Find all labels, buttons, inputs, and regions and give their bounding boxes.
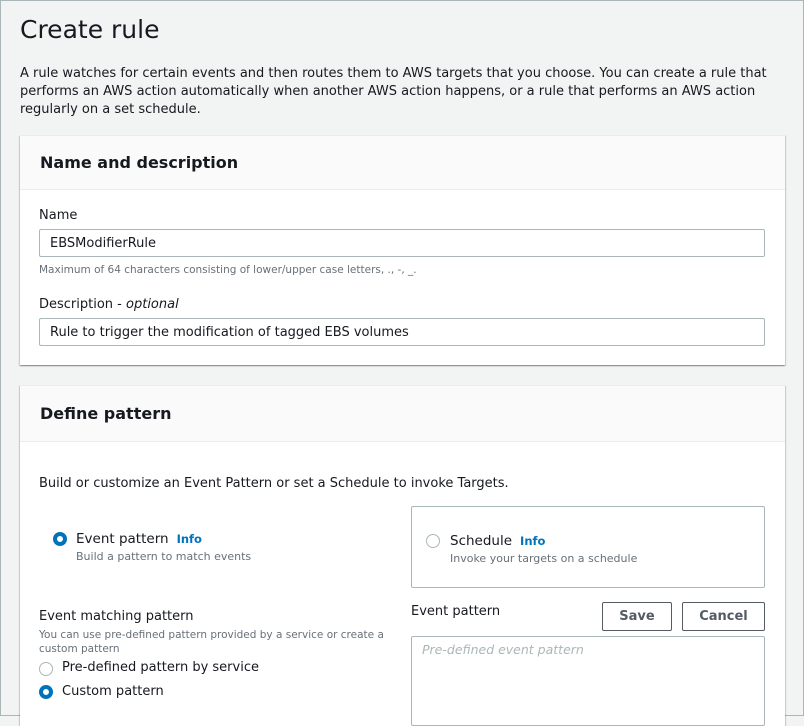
schedule-info-link[interactable]: Info (520, 534, 545, 548)
event-pattern-title-text: Event pattern (76, 531, 169, 547)
description-optional-tag: optional (126, 297, 179, 312)
event-pattern-textarea[interactable] (411, 636, 765, 726)
define-pattern-header: Define pattern (20, 386, 785, 442)
name-hint: Maximum of 64 characters consisting of l… (39, 264, 417, 276)
event-pattern-option-title: Event pattern Info (76, 531, 202, 547)
name-description-title: Name and description (40, 153, 239, 172)
description-label: Description - optional (39, 297, 179, 312)
event-matching-label: Event matching pattern (39, 609, 194, 624)
define-pattern-panel: Define pattern Build or customize an Eve… (20, 385, 785, 726)
define-pattern-title: Define pattern (40, 404, 172, 423)
cancel-button[interactable]: Cancel (682, 602, 765, 631)
event-matching-hint: You can use pre-defined pattern provided… (39, 629, 384, 655)
name-input[interactable] (39, 229, 765, 257)
schedule-option-description: Invoke your targets on a schedule (450, 552, 638, 565)
name-description-panel: Name and description Name Maximum of 64 … (20, 135, 785, 365)
name-label: Name (39, 208, 78, 223)
event-pattern-editor-label: Event pattern (411, 604, 501, 619)
schedule-option-tile[interactable]: Schedule Info Invoke your targets on a sc… (411, 506, 765, 588)
custom-pattern-label: Custom pattern (62, 684, 164, 699)
schedule-radio[interactable] (426, 534, 440, 548)
save-button[interactable]: Save (602, 602, 672, 631)
event-pattern-info-link[interactable]: Info (177, 532, 202, 546)
schedule-title-text: Schedule (450, 533, 513, 549)
schedule-option-title: Schedule Info (450, 533, 545, 549)
description-label-separator: - (113, 297, 127, 312)
page-title: Create rule (20, 15, 160, 44)
event-pattern-radio[interactable] (53, 532, 67, 546)
define-pattern-intro: Build or customize an Event Pattern or s… (39, 476, 509, 491)
description-label-text: Description (39, 297, 114, 312)
custom-pattern-radio[interactable] (39, 685, 53, 699)
page-intro: A rule watches for certain events and th… (20, 66, 767, 117)
event-pattern-option-description: Build a pattern to match events (76, 550, 252, 563)
description-input[interactable] (39, 318, 765, 346)
predefined-pattern-label: Pre-defined pattern by service (62, 660, 259, 675)
name-description-header: Name and description (20, 136, 785, 190)
predefined-pattern-radio[interactable] (39, 662, 53, 676)
